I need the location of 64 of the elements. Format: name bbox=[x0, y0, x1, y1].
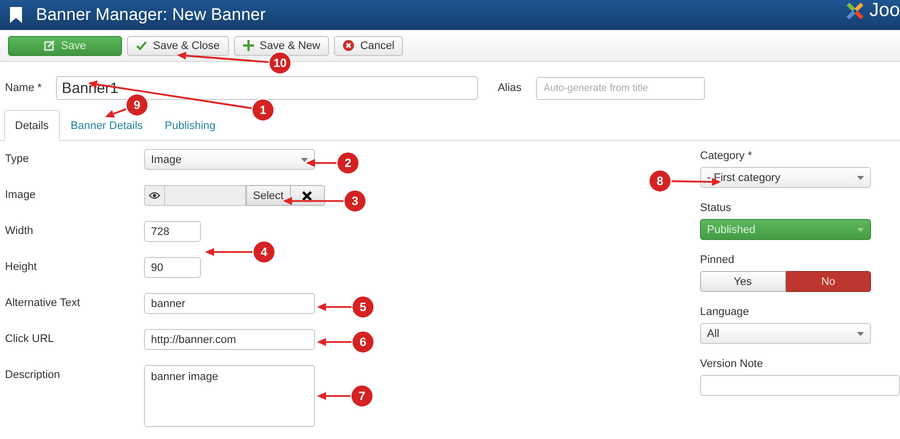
input-field[interactable] bbox=[700, 375, 900, 396]
field-label: Image bbox=[5, 188, 37, 201]
logo-icon bbox=[844, 0, 866, 22]
pointer-arrow bbox=[205, 248, 253, 256]
caret-icon bbox=[857, 332, 864, 336]
pointer-arrow bbox=[283, 197, 344, 205]
number-badge: 6 bbox=[352, 330, 374, 354]
caret-icon bbox=[857, 228, 864, 232]
field-label: Width bbox=[5, 224, 34, 237]
number-badge: 3 bbox=[344, 190, 366, 212]
caret-icon bbox=[857, 176, 864, 180]
number-badge: 9 bbox=[126, 94, 148, 116]
dropdown[interactable]: All bbox=[700, 323, 871, 344]
close-icon bbox=[302, 190, 312, 200]
pointer-arrow bbox=[306, 159, 337, 167]
logo-text: Joo bbox=[869, 1, 900, 21]
number-badge: 4 bbox=[252, 240, 276, 264]
plus-icon bbox=[242, 40, 254, 51]
cancel-icon bbox=[343, 40, 354, 51]
dropdown[interactable]: - First category bbox=[700, 167, 871, 188]
check-icon bbox=[136, 40, 147, 50]
field-label: Status bbox=[700, 201, 732, 216]
caret-icon bbox=[301, 158, 308, 162]
pointer-arrow bbox=[317, 392, 351, 400]
toolbar-button[interactable]: Save & Close bbox=[127, 36, 229, 56]
bookmark-icon bbox=[10, 7, 22, 23]
field-label: Category * bbox=[700, 149, 753, 164]
field-label: Height bbox=[5, 260, 38, 273]
field-label: Version Note bbox=[700, 357, 764, 372]
field-label: Pinned bbox=[700, 253, 736, 268]
tab[interactable]: Publishing bbox=[154, 110, 227, 141]
select-button[interactable]: Select bbox=[246, 185, 291, 206]
toolbar-button[interactable]: Cancel bbox=[334, 36, 404, 56]
description-field[interactable]: banner image bbox=[144, 365, 315, 427]
tab[interactable]: Details bbox=[4, 110, 60, 141]
input-field[interactable]: http://banner.com bbox=[144, 329, 315, 350]
input-field[interactable]: 90 bbox=[144, 257, 201, 278]
field-label: Alias bbox=[498, 82, 522, 94]
number-badge: 2 bbox=[336, 152, 360, 174]
image-path-field[interactable] bbox=[165, 185, 246, 206]
number-badge: 1 bbox=[252, 98, 274, 122]
toolbar-button[interactable]: Save & New bbox=[234, 36, 330, 56]
input-field[interactable]: 728 bbox=[144, 221, 201, 242]
preview-button[interactable] bbox=[144, 185, 165, 206]
pointer-arrow bbox=[317, 303, 352, 311]
pointer-arrow bbox=[317, 338, 352, 346]
input-field[interactable]: banner bbox=[144, 293, 315, 314]
number-badge: 8 bbox=[648, 170, 672, 192]
alias-field[interactable]: Auto-generate from title bbox=[536, 76, 705, 100]
toggle-option[interactable]: No bbox=[786, 271, 871, 292]
type-select[interactable]: Image bbox=[144, 149, 315, 170]
number-badge: 5 bbox=[352, 296, 374, 318]
number-badge: 7 bbox=[350, 384, 374, 408]
toggle-option[interactable]: Yes bbox=[700, 271, 786, 292]
eye-icon bbox=[149, 192, 160, 199]
number-badge: 10 bbox=[268, 52, 292, 74]
field-label: Type bbox=[5, 152, 30, 165]
field-label: Name * bbox=[5, 82, 42, 94]
field-label: Description bbox=[5, 368, 62, 381]
edit-icon bbox=[44, 40, 55, 51]
window-title: Banner Manager: New Banner bbox=[36, 5, 266, 25]
field-label: Click URL bbox=[5, 332, 55, 345]
field-label: Alternative Text bbox=[5, 296, 82, 309]
field-label: Language bbox=[700, 305, 750, 320]
